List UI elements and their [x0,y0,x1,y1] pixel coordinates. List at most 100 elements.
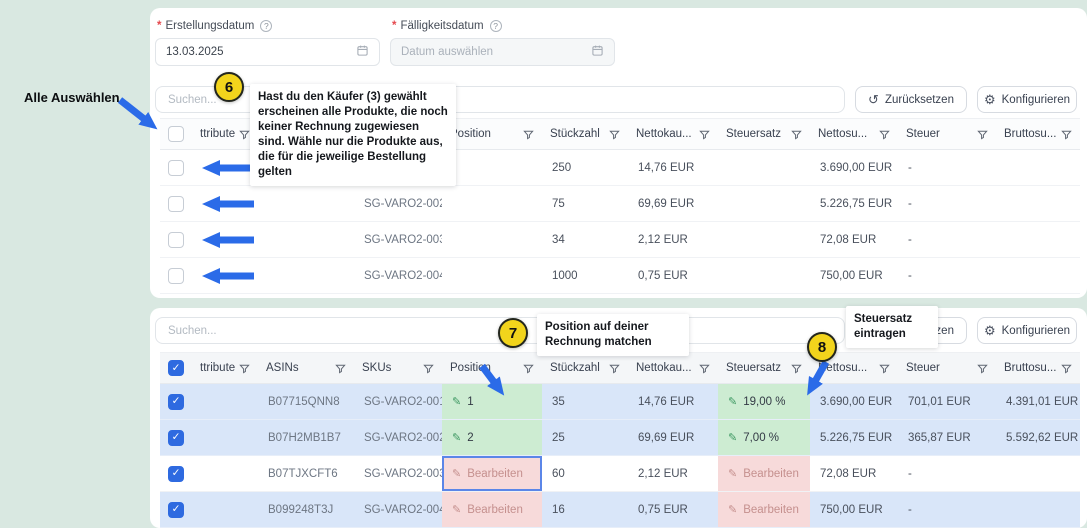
column-header-label: SKUs [362,362,391,374]
cell-bruttosumme [996,258,1080,293]
cell-nettosumme: 5.226,75 EUR [810,186,898,221]
cell-position[interactable]: ✎Bearbeiten [442,492,542,527]
filter-icon[interactable] [699,363,710,374]
table-row: ✓B07TJXCFT6SG-VARO2-0034✎Bearbeiten602,1… [160,456,1080,492]
filter-icon[interactable] [791,363,802,374]
position-value: 1 [467,396,473,408]
filter-icon[interactable] [1061,363,1072,374]
position-value: 2 [467,432,473,444]
steuersatz-value: Bearbeiten [743,504,799,516]
cell-asin [258,258,354,293]
column-header-label: Steuer [906,362,940,374]
cell-nettosumme: 750,00 EUR [810,492,898,527]
faelligkeitsdatum-input[interactable]: Datum auswählen [390,38,615,66]
row-checkbox[interactable] [168,268,184,284]
select-all-checkbox[interactable] [168,126,184,142]
cell-bruttosumme [996,222,1080,257]
reset-button[interactable]: ↺ Zurücksetzen [855,86,967,113]
configure-button[interactable]: ⚙ Konfigurieren [977,317,1077,344]
select-all-checkbox[interactable]: ✓ [168,360,184,376]
table-row: ✓B099248T3JSG-VARO2-0042✎Bearbeiten160,7… [160,492,1080,528]
column-header-label: Steuer [906,128,940,140]
column-header-label: Nettosu... [818,362,867,374]
filter-icon[interactable] [977,129,988,140]
filter-icon[interactable] [239,363,250,374]
help-icon[interactable]: ? [490,20,502,32]
cell-attribute [192,456,258,491]
steuersatz-value: 19,00 % [743,396,785,408]
cell-steuersatz[interactable]: ✎7,00 % [718,420,810,455]
cell-stueckzahl: 1000 [542,258,628,293]
filter-icon[interactable] [523,363,534,374]
filter-icon[interactable] [879,363,890,374]
edit-pencil-icon: ✎ [452,467,461,480]
filter-icon[interactable] [239,129,250,140]
filter-icon[interactable] [699,129,710,140]
row-checkbox[interactable]: ✓ [168,502,184,518]
row-checkbox[interactable]: ✓ [168,466,184,482]
cell-attribute [192,258,258,293]
header-cell: Steuersatz [718,119,810,149]
filter-icon[interactable] [977,363,988,374]
date-value: 13.03.2025 [166,46,224,58]
filter-icon[interactable] [423,363,434,374]
cell-steuersatz[interactable]: ✎ Bearbeiten [718,492,810,527]
filter-icon[interactable] [791,129,802,140]
column-header-label: Position [450,128,491,140]
column-header-label: Position [450,362,491,374]
cell-checkbox: ✓ [160,420,192,455]
row-checkbox[interactable] [168,160,184,176]
cell-steuersatz[interactable]: ✎Bearbeiten [718,456,810,491]
cell-checkbox [160,258,192,293]
cell-position[interactable]: ✎Bearbeiten [442,456,542,491]
cell-bruttosumme: 5.592,62 EUR [996,420,1080,455]
cell-stueckzahl: 34 [542,222,628,257]
faelligkeitsdatum-label: * Fälligkeitsdatum ? [392,20,502,32]
cell-asin: B07H2MB1B7 [258,420,354,455]
cell-checkbox: ✓ [160,492,192,527]
table-row: ✓B07715QNN8SG-VARO2-0011✎13514,76 EUR✎19… [160,384,1080,420]
cell-steuer: - [898,186,996,221]
cell-nettokauf: 14,76 EUR [628,384,718,419]
cell-steuersatz [718,258,810,293]
row-checkbox[interactable]: ✓ [168,430,184,446]
configure-button[interactable]: ⚙ Konfigurieren [977,86,1077,113]
table-row: ✓B07H2MB1B7SG-VARO2-0028✎22569,69 EUR✎7,… [160,420,1080,456]
filter-icon[interactable] [1061,129,1072,140]
row-checkbox[interactable] [168,196,184,212]
cell-nettosumme: 72,08 EUR [810,456,898,491]
cell-position[interactable]: ✎2 [442,420,542,455]
filter-icon[interactable] [609,129,620,140]
cell-steuer: - [898,492,996,527]
cell-steuersatz [718,222,810,257]
table-header-row: ✓ttributeASINsSKUsPositionStückzahlNetto… [160,352,1080,384]
cell-position[interactable]: ✎1 [442,384,542,419]
row-checkbox[interactable] [168,232,184,248]
filter-icon[interactable] [335,363,346,374]
cell-steuersatz[interactable]: ✎19,00 % [718,384,810,419]
help-icon[interactable]: ? [260,20,272,32]
cell-checkbox [160,150,192,185]
erstellungsdatum-input[interactable]: 13.03.2025 [155,38,380,66]
header-cell: Stückzahl [542,119,628,149]
calendar-icon [356,44,369,60]
header-cell: Nettosu... [810,119,898,149]
header-cell: Steuersatz [718,353,810,383]
filter-icon[interactable] [609,363,620,374]
header-cell: Nettokau... [628,119,718,149]
page: * Erstellungsdatum ? 13.03.2025 * Fällig… [0,0,1087,528]
row-checkbox[interactable]: ✓ [168,394,184,410]
cell-bruttosumme: 4.391,01 EUR [996,384,1080,419]
cell-nettokauf: 69,69 EUR [628,420,718,455]
cell-bruttosumme [996,456,1080,491]
cell-attribute [192,492,258,527]
cell-steuer: 701,01 EUR [898,384,996,419]
field-label-text: Fälligkeitsdatum [400,20,483,32]
required-asterisk: * [157,20,161,32]
filter-icon[interactable] [523,129,534,140]
cell-nettokauf: 69,69 EUR [628,186,718,221]
edit-pencil-icon: ✎ [728,503,737,516]
gear-icon: ⚙ [984,93,996,106]
filter-icon[interactable] [879,129,890,140]
header-cell: ttribute [192,119,258,149]
